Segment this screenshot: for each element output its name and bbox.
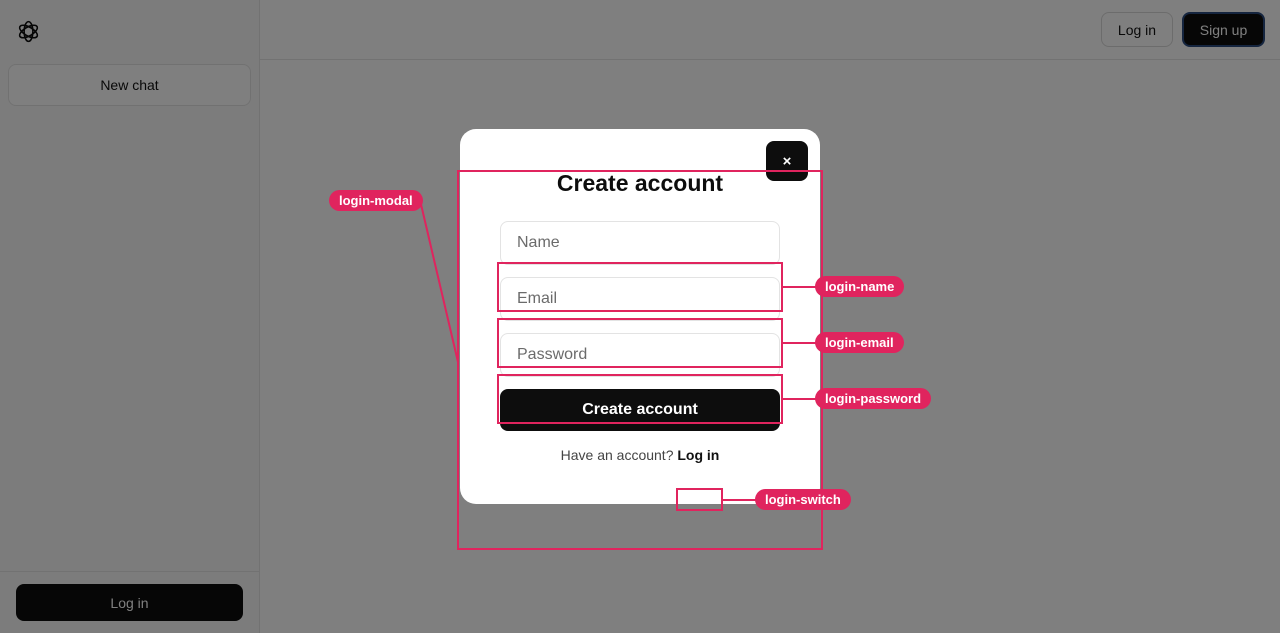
login-name-annotation-box [497,262,783,312]
login-email-annotation-box [497,318,783,368]
login-password-connector [783,398,819,400]
login-password-annotation-box [497,374,783,424]
login-switch-tag: login-switch [755,489,851,510]
login-name-connector [783,286,819,288]
login-switch-annotation-box [676,488,723,511]
login-name-tag: login-name [815,276,905,297]
login-modal-tag: login-modal [329,190,423,211]
login-email-connector [783,342,819,344]
login-switch-connector [723,499,759,501]
login-email-tag: login-email [815,332,904,353]
login-password-tag: login-password [815,388,932,409]
